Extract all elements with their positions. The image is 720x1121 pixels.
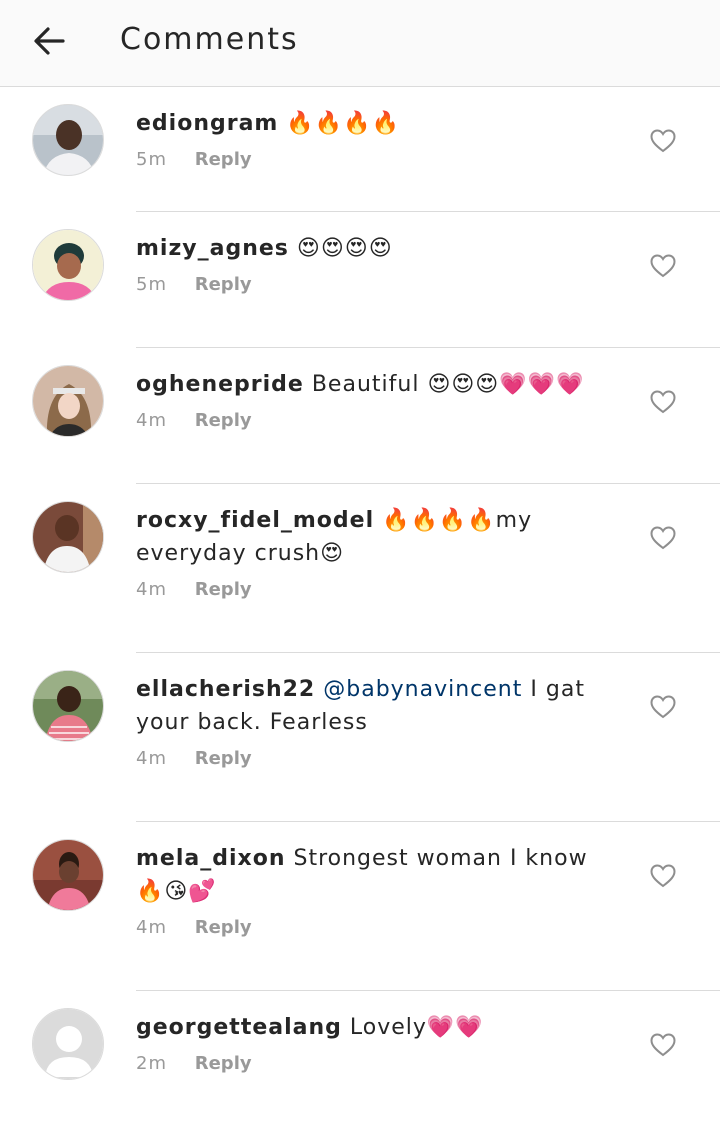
back-button[interactable]: [26, 18, 72, 64]
reply-button[interactable]: Reply: [195, 748, 252, 769]
comment-time: 5m: [136, 274, 167, 295]
comment-time: 4m: [136, 748, 167, 769]
reply-button[interactable]: Reply: [195, 410, 252, 431]
reply-button[interactable]: Reply: [195, 1053, 252, 1074]
heart-outline-icon: [650, 390, 676, 414]
comment-time: 4m: [136, 579, 167, 600]
comment-time: 4m: [136, 917, 167, 938]
comment-mention[interactable]: @babynavincent: [323, 677, 522, 702]
reply-button[interactable]: Reply: [195, 579, 252, 600]
arrow-left-icon: [34, 27, 65, 55]
like-button[interactable]: [650, 254, 676, 278]
avatar[interactable]: [32, 104, 104, 176]
like-button[interactable]: [650, 390, 676, 414]
comment-content: mela_dixon Strongest woman I know🔥😘💕 4m …: [136, 842, 610, 940]
comment-emoji: 🔥🔥🔥🔥: [286, 111, 400, 136]
comment-time: 5m: [136, 149, 167, 170]
like-button[interactable]: [650, 129, 676, 153]
comment-username[interactable]: mela_dixon: [136, 846, 286, 871]
comment-row: oghenepride Beautiful 😍😍😍💗💗💗 4m Reply: [0, 348, 720, 484]
comment-content: georgettealang Lovely💗💗 2m Reply: [136, 1011, 610, 1076]
comment-text: Beautiful: [311, 372, 420, 397]
comment-row: mela_dixon Strongest woman I know🔥😘💕 4m …: [0, 822, 720, 991]
reply-button[interactable]: Reply: [195, 149, 252, 170]
like-button[interactable]: [650, 526, 676, 550]
comment-content: ellacherish22 @babynavincent I gat your …: [136, 673, 610, 771]
heart-outline-icon: [650, 129, 676, 153]
comment-username[interactable]: rocxy_fidel_model: [136, 508, 374, 533]
comment-row: ediongram 🔥🔥🔥🔥 5m Reply: [0, 87, 720, 212]
avatar[interactable]: [32, 501, 104, 573]
user-silhouette-icon: [33, 1009, 103, 1079]
like-button[interactable]: [650, 695, 676, 719]
comment-content: oghenepride Beautiful 😍😍😍💗💗💗 4m Reply: [136, 368, 610, 433]
comment-username[interactable]: ediongram: [136, 111, 278, 136]
comment-emoji: 😍😍😍💗💗💗: [427, 372, 585, 397]
reply-button[interactable]: Reply: [195, 274, 252, 295]
comment-row: mizy_agnes 😍😍😍😍 5m Reply: [0, 212, 720, 348]
heart-outline-icon: [650, 254, 676, 278]
comment-content: ediongram 🔥🔥🔥🔥 5m Reply: [136, 107, 610, 172]
comment-username[interactable]: oghenepride: [136, 372, 304, 397]
comment-row: georgettealang Lovely💗💗 2m Reply: [0, 991, 720, 1121]
heart-outline-icon: [650, 526, 676, 550]
avatar[interactable]: [32, 229, 104, 301]
comment-row: rocxy_fidel_model 🔥🔥🔥🔥my everyday crush😍…: [0, 484, 720, 653]
page-title: Comments: [120, 22, 299, 57]
heart-outline-icon: [650, 695, 676, 719]
comment-username[interactable]: ellacherish22: [136, 677, 315, 702]
comment-list: ediongram 🔥🔥🔥🔥 5m Reply mizy_agnes 😍😍😍😍 …: [0, 87, 720, 1121]
avatar[interactable]: [32, 365, 104, 437]
comment-emoji: 😍😍😍😍: [296, 236, 393, 261]
avatar[interactable]: [32, 839, 104, 911]
like-button[interactable]: [650, 1033, 676, 1057]
comment-time: 2m: [136, 1053, 167, 1074]
comment-row: ellacherish22 @babynavincent I gat your …: [0, 653, 720, 822]
heart-outline-icon: [650, 1033, 676, 1057]
avatar[interactable]: [32, 1008, 104, 1080]
avatar[interactable]: [32, 670, 104, 742]
comment-text: Lovely💗💗: [349, 1015, 484, 1040]
heart-outline-icon: [650, 864, 676, 888]
comment-content: mizy_agnes 😍😍😍😍 5m Reply: [136, 232, 610, 297]
comment-username[interactable]: mizy_agnes: [136, 236, 289, 261]
comment-time: 4m: [136, 410, 167, 431]
comment-content: rocxy_fidel_model 🔥🔥🔥🔥my everyday crush😍…: [136, 504, 610, 602]
comment-username[interactable]: georgettealang: [136, 1015, 342, 1040]
like-button[interactable]: [650, 864, 676, 888]
reply-button[interactable]: Reply: [195, 917, 252, 938]
top-bar: Comments: [0, 0, 720, 87]
